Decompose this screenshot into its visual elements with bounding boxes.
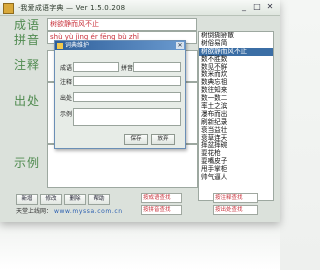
delete-button[interactable]: 删除 xyxy=(64,194,86,205)
dialog-example-input[interactable] xyxy=(73,108,181,126)
desktop-background xyxy=(0,222,280,270)
dialog-source-input[interactable] xyxy=(73,92,181,102)
dialog-label-meaning: 注释 xyxy=(60,79,73,86)
minimize-button[interactable]: _ xyxy=(238,2,250,12)
label-source: 出处 xyxy=(14,94,41,108)
dialog-idiom-input[interactable] xyxy=(73,62,119,72)
dialog-save-button[interactable]: 保存 xyxy=(124,134,148,145)
dictionary-maintenance-dialog: 词典维护 ✕ 成语 拼音 注释 出处 示例 保存 放弃 xyxy=(54,40,186,149)
search-by-meaning[interactable]: 按注释查找 xyxy=(213,193,258,203)
app-window: ·我爱成语字典 — Ver 1.5.0.208 _ □ ✕ 成语 拼音 注释 出… xyxy=(0,0,280,222)
app-icon xyxy=(3,3,14,14)
dialog-label-source: 出处 xyxy=(60,95,73,102)
website-label: 天堂上线网： xyxy=(16,208,53,215)
idiom-field[interactable]: 树欲静而风不止 xyxy=(47,18,197,31)
search-by-source[interactable]: 按出处查找 xyxy=(213,205,258,215)
help-button[interactable]: 帮助 xyxy=(88,194,110,205)
dialog-title: 词典维护 xyxy=(65,42,90,49)
dialog-close-icon[interactable]: ✕ xyxy=(176,42,184,49)
dialog-cancel-button[interactable]: 放弃 xyxy=(151,134,175,145)
add-button[interactable]: 新增 xyxy=(16,194,38,205)
example-textarea[interactable] xyxy=(47,144,198,188)
dialog-label-idiom: 成语 xyxy=(60,65,73,72)
label-pinyin: 拼音 xyxy=(14,33,41,47)
dialog-title-bar: 词典维护 ✕ xyxy=(55,41,185,50)
search-by-pinyin[interactable]: 按拼音查找 xyxy=(141,205,182,215)
website-line: 天堂上线网： www.myssa.com.cn xyxy=(16,206,123,215)
window-title: ·我爱成语字典 — Ver 1.5.0.208 xyxy=(18,4,126,12)
dialog-meaning-input[interactable] xyxy=(73,76,181,86)
maximize-button[interactable]: □ xyxy=(251,2,263,12)
list-item[interactable]: 帅气逼人 xyxy=(199,173,273,182)
main-panel: 成语 拼音 注释 出处 示例 树欲静而风不止 shù yù jìng ér fē… xyxy=(0,16,280,222)
dialog-label-example: 示例 xyxy=(60,111,73,118)
modify-button[interactable]: 修改 xyxy=(40,194,62,205)
idiom-list[interactable]: 树倒猢狲散 树俗易简 树欲静而风不止 数不胜数 数见不鲜 数米而炊 数典忘祖 数往知来 数一数二… xyxy=(198,31,274,201)
title-bar: ·我爱成语字典 — Ver 1.5.0.208 _ □ ✕ xyxy=(0,0,280,16)
label-meaning: 注释 xyxy=(14,58,41,72)
close-button[interactable]: ✕ xyxy=(264,2,276,12)
website-link[interactable]: www.myssa.com.cn xyxy=(54,208,123,215)
search-by-idiom[interactable]: 按成语查找 xyxy=(141,193,182,203)
dialog-label-pinyin: 拼音 xyxy=(121,65,134,72)
dialog-pinyin-input[interactable] xyxy=(133,62,181,72)
label-example: 示例 xyxy=(14,156,41,170)
dialog-icon xyxy=(57,42,63,49)
